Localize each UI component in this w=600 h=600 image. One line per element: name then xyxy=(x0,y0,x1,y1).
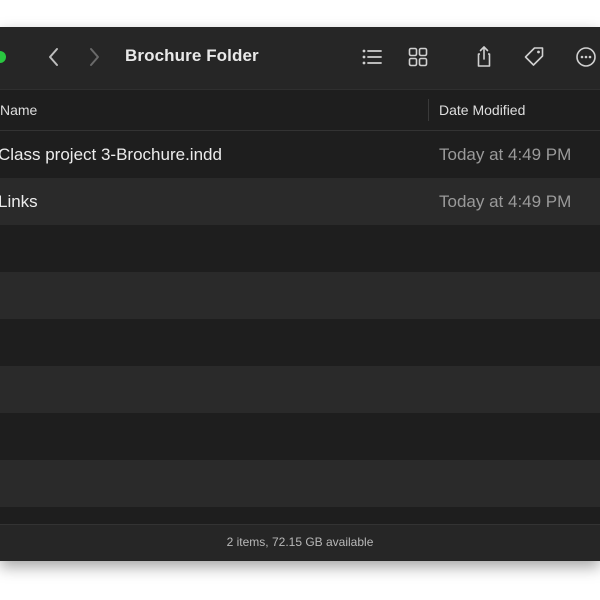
empty-row xyxy=(0,460,600,507)
status-bar: 2 items, 72.15 GB available xyxy=(0,524,600,561)
column-divider[interactable] xyxy=(428,99,429,121)
column-header-date-modified[interactable]: Date Modified xyxy=(439,102,525,118)
zoom-button[interactable] xyxy=(0,51,6,63)
share-icon[interactable] xyxy=(470,43,498,71)
more-icon[interactable] xyxy=(572,43,600,71)
status-text: 2 items, 72.15 GB available xyxy=(226,535,374,549)
empty-row xyxy=(0,272,600,319)
forward-chevron-icon[interactable] xyxy=(80,43,108,71)
tag-icon[interactable] xyxy=(520,43,548,71)
finder-window: Brochure Folder Name Date Modified Class… xyxy=(0,27,600,561)
grid-view-icon[interactable] xyxy=(404,43,432,71)
file-list: Class project 3-Brochure.indd Today at 4… xyxy=(0,131,600,507)
back-chevron-icon[interactable] xyxy=(40,43,68,71)
file-row[interactable]: Class project 3-Brochure.indd Today at 4… xyxy=(0,131,600,178)
list-view-icon[interactable] xyxy=(358,43,386,71)
column-header: Name Date Modified xyxy=(0,89,600,131)
file-date: Today at 4:49 PM xyxy=(439,192,572,211)
empty-row xyxy=(0,366,600,413)
empty-row xyxy=(0,413,600,460)
file-name: Class project 3-Brochure.indd xyxy=(0,145,222,164)
empty-row xyxy=(0,225,600,272)
empty-row xyxy=(0,319,600,366)
column-header-name[interactable]: Name xyxy=(0,102,37,118)
window-title: Brochure Folder xyxy=(125,46,259,65)
file-name: Links xyxy=(0,192,38,211)
file-row[interactable]: Links Today at 4:49 PM xyxy=(0,178,600,225)
toolbar: Brochure Folder xyxy=(0,27,600,89)
file-date: Today at 4:49 PM xyxy=(439,145,572,164)
